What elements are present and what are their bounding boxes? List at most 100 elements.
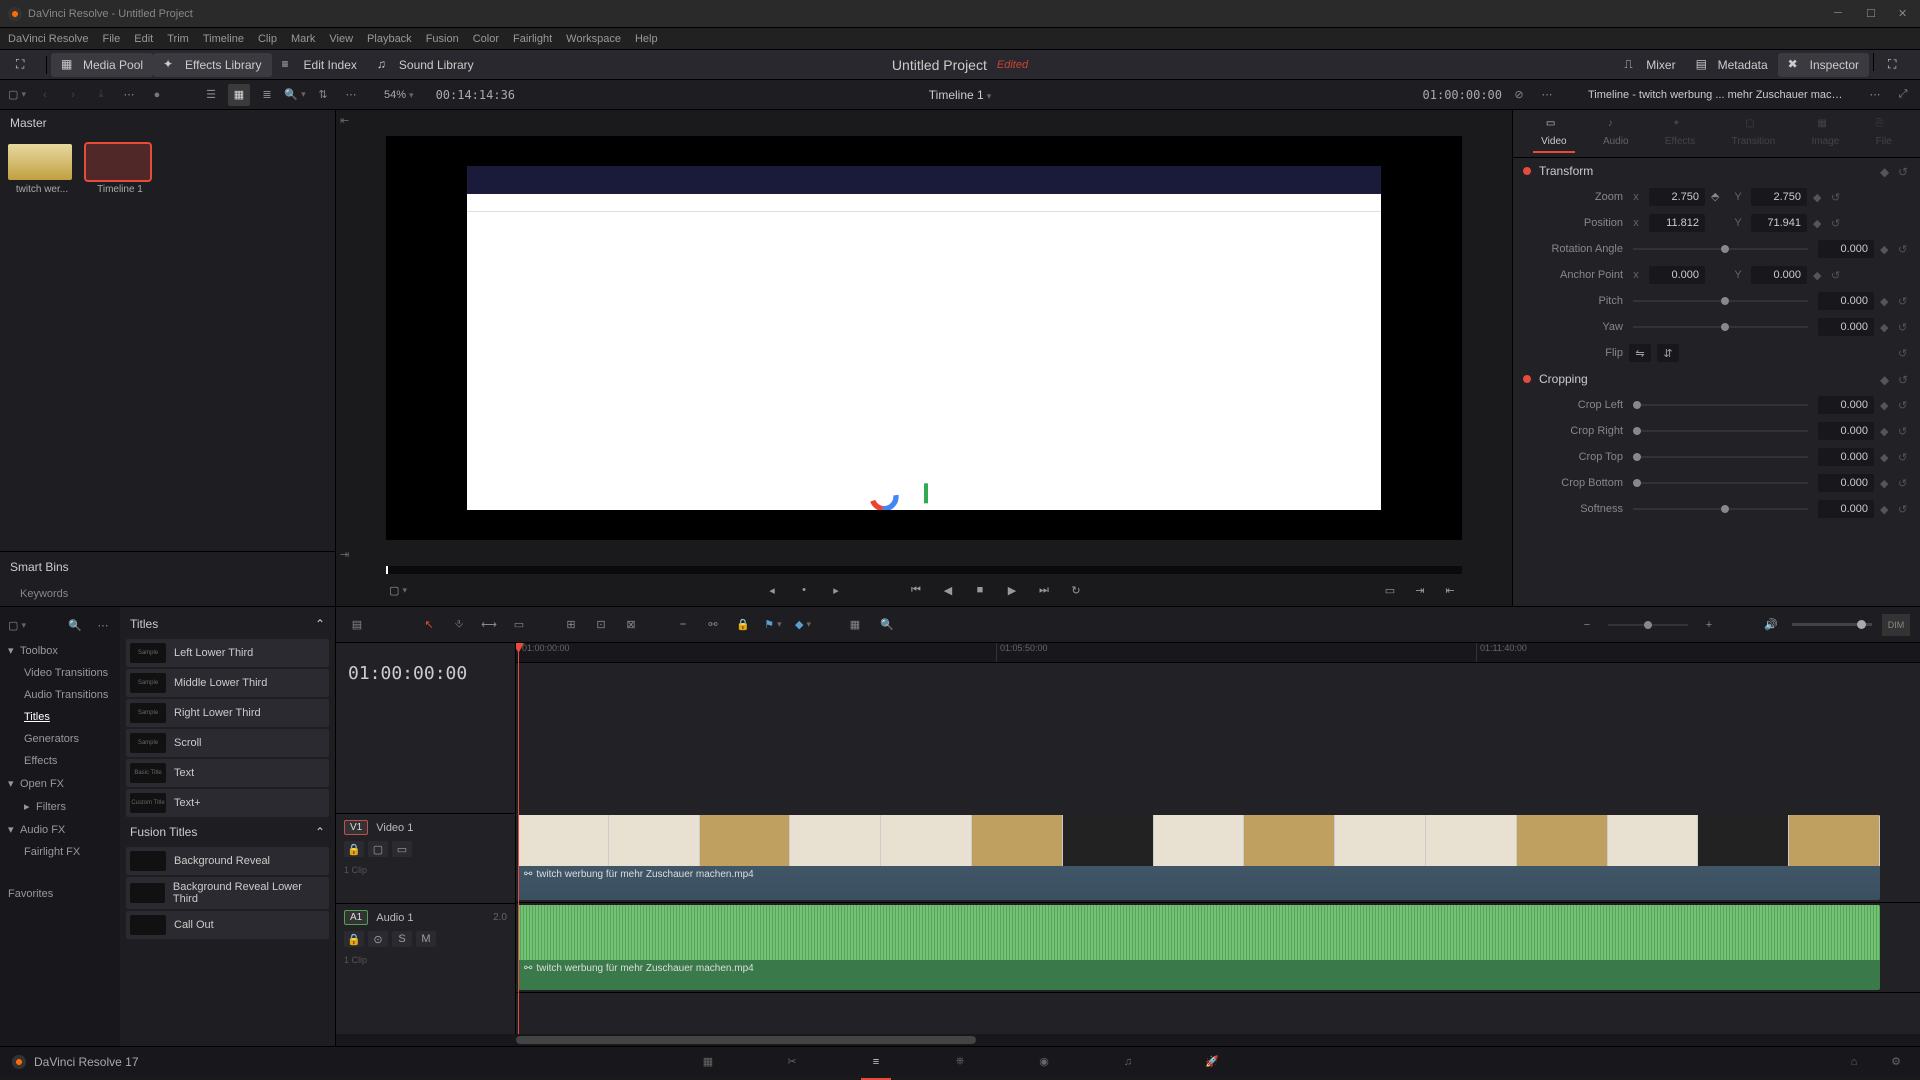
flip-h-button[interactable]: ⇋ bbox=[1629, 344, 1651, 362]
loop-icon[interactable]: ↻ bbox=[1064, 578, 1088, 602]
kf-icon[interactable]: ◆ bbox=[1880, 451, 1892, 463]
inspector-button[interactable]: ✖Inspector bbox=[1778, 53, 1869, 77]
tree-filters[interactable]: ▸Filters bbox=[0, 795, 120, 818]
titles-category[interactable]: Titles⌃ bbox=[126, 611, 329, 637]
bin-dropdown[interactable]: ▢ bbox=[6, 84, 28, 106]
kf-icon[interactable]: ◆ bbox=[1880, 503, 1892, 515]
crop-right-input[interactable]: 0.000 bbox=[1818, 422, 1874, 440]
yaw-input[interactable]: 0.000 bbox=[1818, 318, 1874, 336]
reset-icon[interactable]: ↺ bbox=[1898, 373, 1910, 385]
audio-clip[interactable]: ⚯twitch werbung für mehr Zuschauer mache… bbox=[518, 905, 1880, 990]
timeline-selector[interactable]: Timeline 1 bbox=[929, 88, 991, 102]
media-page-icon[interactable]: ▦ bbox=[696, 1050, 720, 1074]
reset-icon[interactable]: ↺ bbox=[1831, 269, 1843, 281]
nav-prev-icon[interactable]: ◂ bbox=[760, 578, 784, 602]
zoom-out-icon[interactable]: − bbox=[1576, 614, 1598, 636]
position-x-input[interactable]: 11.812 bbox=[1649, 214, 1705, 232]
rotation-input[interactable]: 0.000 bbox=[1818, 240, 1874, 258]
title-item[interactable]: SampleLeft Lower Third bbox=[126, 639, 329, 667]
strip-view-icon[interactable]: ≣ bbox=[256, 84, 278, 106]
more-icon[interactable]: ⋯ bbox=[118, 84, 140, 106]
viewer-zoom[interactable]: 54% bbox=[384, 89, 414, 101]
video-clip[interactable]: ⚯twitch werbung für mehr Zuschauer mache… bbox=[518, 815, 1880, 900]
deliver-page-icon[interactable]: 🚀 bbox=[1200, 1050, 1224, 1074]
title-item[interactable]: SampleScroll bbox=[126, 729, 329, 757]
cut-page-icon[interactable]: ✂ bbox=[780, 1050, 804, 1074]
go-last-icon[interactable]: ⇥ bbox=[1408, 578, 1432, 602]
mixer-button[interactable]: ⎍Mixer bbox=[1614, 53, 1685, 77]
kf-icon[interactable]: ◆ bbox=[1880, 477, 1892, 489]
crop-bottom-input[interactable]: 0.000 bbox=[1818, 474, 1874, 492]
pitch-input[interactable]: 0.000 bbox=[1818, 292, 1874, 310]
mute-button[interactable]: M bbox=[416, 931, 436, 947]
blade-tool-icon[interactable]: ▭ bbox=[508, 614, 530, 636]
softness-slider[interactable] bbox=[1633, 508, 1808, 510]
menu-clip[interactable]: Clip bbox=[258, 33, 277, 45]
first-frame-icon[interactable]: ⏮ bbox=[904, 578, 928, 602]
menu-fusion[interactable]: Fusion bbox=[426, 33, 459, 45]
zoom-x-input[interactable]: 2.750 bbox=[1649, 188, 1705, 206]
fx-search-icon[interactable]: 🔍 bbox=[64, 614, 86, 636]
kf-icon[interactable]: ◆ bbox=[1880, 399, 1892, 411]
fusion-title-item[interactable]: Background Reveal bbox=[126, 847, 329, 875]
crop-top-input[interactable]: 0.000 bbox=[1818, 448, 1874, 466]
zoom-y-input[interactable]: 2.750 bbox=[1751, 188, 1807, 206]
index-icon[interactable]: ▦ bbox=[844, 614, 866, 636]
tree-audio-transitions[interactable]: Audio Transitions bbox=[0, 684, 120, 706]
dim-button[interactable]: DIM bbox=[1882, 614, 1910, 636]
dynamic-trim-icon[interactable]: ⟷ bbox=[478, 614, 500, 636]
marker-icon[interactable]: ◆ bbox=[792, 614, 814, 636]
fusion-page-icon[interactable]: ⎈ bbox=[948, 1050, 972, 1074]
media-clip-item[interactable]: twitch wer... bbox=[8, 144, 76, 195]
nav-back-icon[interactable]: ‹ bbox=[34, 84, 56, 106]
timeline-timecode[interactable]: 01:00:00:00 bbox=[336, 643, 515, 703]
timeline-scrollbar[interactable] bbox=[336, 1034, 1920, 1046]
next-frame-icon[interactable]: ⏭ bbox=[1032, 578, 1056, 602]
close-icon[interactable]: ✕ bbox=[1898, 7, 1912, 21]
tree-effects[interactable]: Effects bbox=[0, 750, 120, 772]
snap-icon[interactable]: ⎯ bbox=[672, 614, 694, 636]
edit-page-icon[interactable]: ≡ bbox=[864, 1050, 888, 1074]
record-timecode[interactable]: 01:00:00:00 bbox=[1423, 88, 1502, 102]
settings-icon[interactable]: ⚙ bbox=[1884, 1050, 1908, 1074]
minimize-icon[interactable]: ─ bbox=[1834, 7, 1848, 21]
fx-view-icon[interactable]: ▢ bbox=[6, 614, 28, 636]
transform-enable-dot[interactable] bbox=[1523, 167, 1531, 175]
tree-fairlight[interactable]: Fairlight FX bbox=[0, 841, 120, 863]
viewer-mode-icon[interactable]: ▢ bbox=[386, 578, 410, 602]
viewer-canvas[interactable] bbox=[386, 136, 1462, 540]
inspector-tab-transition[interactable]: ▢Transition bbox=[1724, 114, 1784, 153]
reset-icon[interactable]: ↺ bbox=[1898, 477, 1910, 489]
selection-tool-icon[interactable]: ↖ bbox=[418, 614, 440, 636]
flag-icon[interactable]: ⚑ bbox=[762, 614, 784, 636]
menu-fairlight[interactable]: Fairlight bbox=[513, 33, 552, 45]
bin-name[interactable]: Master bbox=[0, 110, 335, 136]
kf-icon[interactable]: ◆ bbox=[1880, 373, 1892, 385]
insert-icon[interactable]: ⊞ bbox=[560, 614, 582, 636]
expand-button[interactable]: ⛶ bbox=[1878, 53, 1914, 77]
flip-v-button[interactable]: ⇵ bbox=[1657, 344, 1679, 362]
inspector-tab-video[interactable]: ▭Video bbox=[1533, 114, 1574, 153]
inspector-tab-effects[interactable]: ✦Effects bbox=[1657, 114, 1703, 153]
viewer-scrubber[interactable] bbox=[386, 566, 1462, 574]
crop-right-slider[interactable] bbox=[1633, 430, 1808, 432]
disable-video-icon[interactable]: ▭ bbox=[392, 841, 412, 857]
metadata-button[interactable]: ▤Metadata bbox=[1686, 53, 1778, 77]
kf-icon[interactable]: ◆ bbox=[1813, 191, 1825, 203]
kf-icon[interactable]: ◆ bbox=[1813, 217, 1825, 229]
inspector-tab-audio[interactable]: ♪Audio bbox=[1595, 114, 1637, 153]
anchor-x-input[interactable]: 0.000 bbox=[1649, 266, 1705, 284]
kf-icon[interactable]: ◆ bbox=[1880, 321, 1892, 333]
reset-icon[interactable]: ↺ bbox=[1898, 243, 1910, 255]
fusion-title-item[interactable]: Background Reveal Lower Third bbox=[126, 877, 329, 909]
reset-icon[interactable]: ↺ bbox=[1898, 295, 1910, 307]
lock-track-icon[interactable]: 🔒 bbox=[344, 841, 364, 857]
menu-edit[interactable]: Edit bbox=[134, 33, 153, 45]
thumb-view-icon[interactable]: ▦ bbox=[228, 84, 250, 106]
inspector-tab-file[interactable]: ⎘File bbox=[1868, 114, 1900, 153]
reset-icon[interactable]: ↺ bbox=[1898, 425, 1910, 437]
timeline-ruler[interactable]: 01:00:00:00 01:05:50:00 01:11:40:00 bbox=[516, 643, 1920, 663]
viewer-playhead[interactable] bbox=[386, 566, 388, 574]
anchor-y-input[interactable]: 0.000 bbox=[1751, 266, 1807, 284]
replace-icon[interactable]: ⊠ bbox=[620, 614, 642, 636]
